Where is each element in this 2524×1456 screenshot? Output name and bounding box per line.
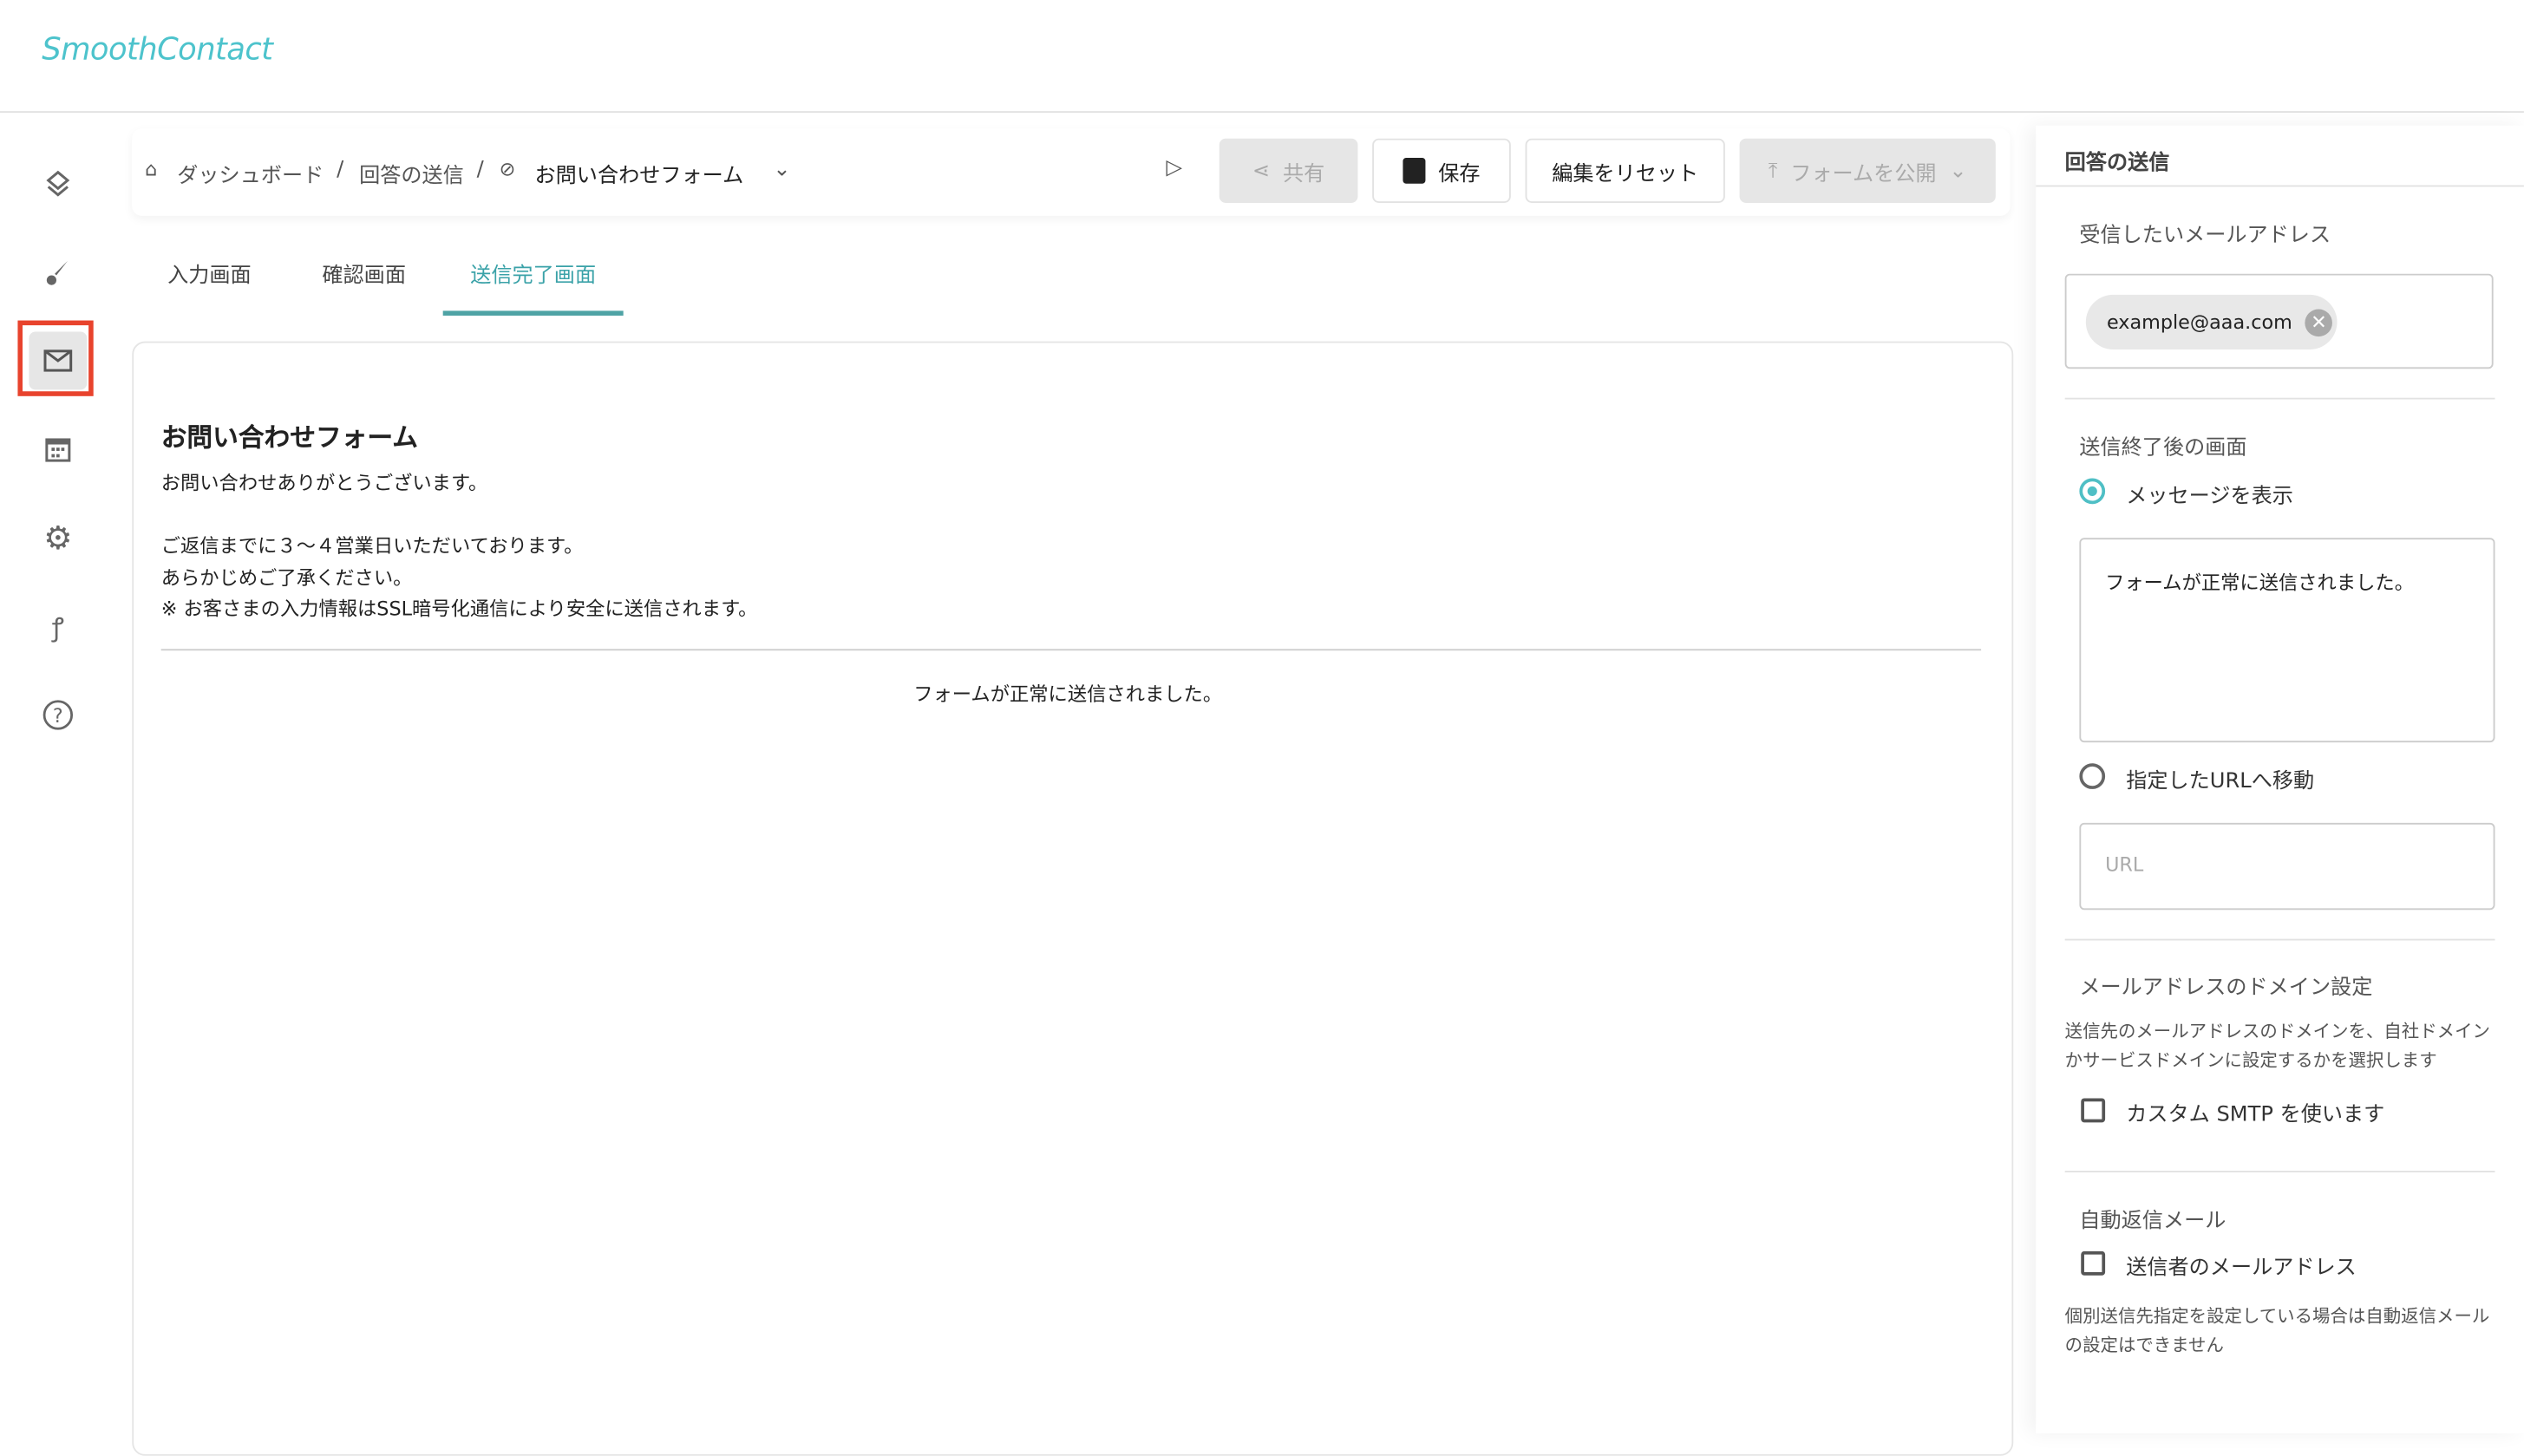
chevron-down-icon[interactable]: ⌄ <box>773 158 790 182</box>
chevron-down-icon: ⌄ <box>1949 158 1967 183</box>
thanks-text: お問い合わせありがとうございます。 ご返信までに３～４営業日いただいております。… <box>160 472 758 620</box>
brush-icon[interactable] <box>29 243 87 301</box>
sender-email-label: 送信者のメールアドレス <box>2126 1256 2357 1281</box>
remove-chip-icon[interactable]: ✕ <box>2305 308 2333 336</box>
after-submit-label: 送信終了後の画面 <box>2079 436 2247 461</box>
svg-text:?: ? <box>53 705 63 728</box>
save-icon <box>1403 157 1426 184</box>
radio-redirect-url-label: 指定したURLへ移動 <box>2126 769 2315 794</box>
divider <box>160 649 1982 651</box>
breadcrumb-separator: / <box>476 157 484 182</box>
auto-reply-label: 自動返信メール <box>2079 1209 2226 1234</box>
message-textarea[interactable]: フォームが正常に送信されました。 <box>2079 538 2495 743</box>
breadcrumb-section[interactable]: 回答の送信 <box>359 158 464 188</box>
layers-icon[interactable] <box>29 154 87 212</box>
complete-message: フォームが正常に送信されました。 <box>913 682 1223 706</box>
preview-play-icon[interactable]: ▷ <box>1166 156 1182 180</box>
url-input[interactable]: URL <box>2079 822 2495 911</box>
preview-card: お問い合わせフォーム お問い合わせありがとうございます。 ご返信までに３～４営業… <box>132 341 2014 1456</box>
active-tab-indicator <box>442 310 624 316</box>
check-circle-icon: ⊘ <box>499 157 516 180</box>
help-icon[interactable]: ? <box>29 686 87 744</box>
smtp-checkbox[interactable] <box>2081 1098 2106 1123</box>
email-chip: example@aaa.com ✕ <box>2085 294 2338 349</box>
selection-highlight <box>17 320 94 396</box>
form-title: お問い合わせフォーム <box>160 421 418 453</box>
email-input[interactable]: example@aaa.com ✕ <box>2064 273 2494 369</box>
tab-input[interactable]: 入力画面 <box>167 258 252 289</box>
sidebar: ⚙ ꝭ ? <box>0 112 116 1433</box>
breadcrumb-separator: / <box>337 157 344 182</box>
app-header: SmoothContact <box>0 0 2524 113</box>
tab-complete[interactable]: 送信完了画面 <box>470 258 596 289</box>
divider <box>2064 938 2495 941</box>
breadcrumb-home[interactable]: ダッシュボード <box>177 158 324 188</box>
settings-panel: 回答の送信 受信したいメールアドレス example@aaa.com ✕ 送信終了… <box>2036 125 2524 1433</box>
breadcrumb-form: お問い合わせフォーム <box>534 164 744 189</box>
tab-confirm[interactable]: 確認画面 <box>322 258 406 289</box>
auto-reply-help: 個別送信先指定を設定している場合は自動返信メールの設定はできません <box>2064 1306 2490 1356</box>
panel-title: 回答の送信 <box>2064 151 2170 176</box>
gear-icon[interactable]: ⚙ <box>29 509 87 567</box>
reset-button[interactable]: 編集をリセット <box>1525 138 1725 203</box>
radio-show-message-label: メッセージを表示 <box>2126 484 2293 509</box>
save-button[interactable]: 保存 <box>1372 138 1511 203</box>
home-icon[interactable]: ⌂ <box>145 158 157 180</box>
radio-redirect-url[interactable] <box>2079 763 2106 789</box>
smtp-label: カスタム SMTP を使います <box>2126 1103 2385 1127</box>
upload-icon: ⤒ <box>1768 158 1778 183</box>
radio-show-message[interactable] <box>2079 478 2106 505</box>
domain-label: メールアドレスのドメイン設定 <box>2079 976 2373 1001</box>
logo[interactable]: SmoothContact <box>42 32 273 68</box>
domain-help: 送信先のメールアドレスのドメインを、自社ドメインかサービスドメインに設定するかを… <box>2064 1021 2490 1071</box>
sender-email-checkbox[interactable] <box>2081 1250 2106 1276</box>
toolbar: ⌂ ダッシュボード / 回答の送信 / ⊘ お問い合わせフォーム ⌄ ▷ ⋖ 共有… <box>132 128 2011 216</box>
divider <box>2064 397 2495 400</box>
email-label: 受信したいメールアドレス <box>2079 224 2331 248</box>
calendar-icon[interactable] <box>29 421 87 479</box>
divider <box>2064 1171 2495 1172</box>
publish-button[interactable]: ⤒ フォームを公開 ⌄ <box>1739 138 1996 203</box>
share-icon: ⋖ <box>1252 158 1271 183</box>
divider <box>2036 185 2524 187</box>
integration-icon[interactable]: ꝭ <box>29 597 87 656</box>
share-button[interactable]: ⋖ 共有 <box>1219 138 1358 203</box>
